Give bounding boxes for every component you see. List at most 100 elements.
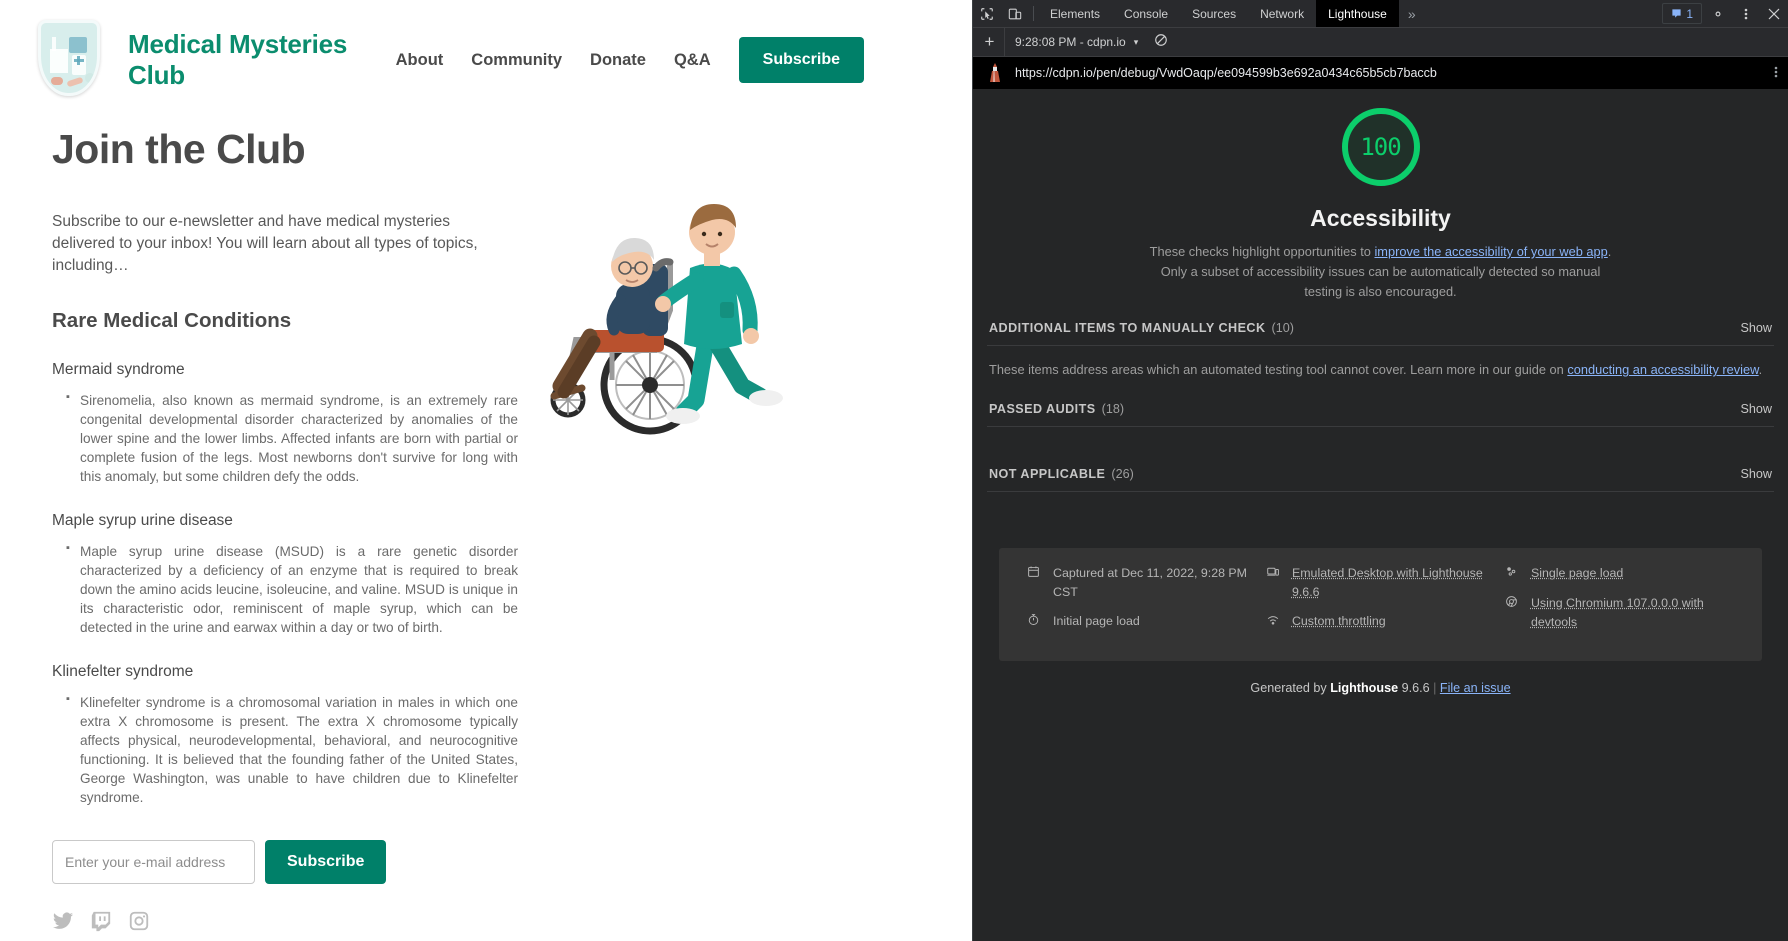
network-throttle-icon — [1266, 612, 1282, 632]
category-description: These checks highlight opportunities to … — [1141, 242, 1621, 301]
section-passed-audits: PASSED AUDITS (18) Show — [987, 398, 1774, 427]
metadata-mode: Single page load — [1505, 564, 1744, 584]
metadata-throttling-text[interactable]: Custom throttling — [1292, 612, 1386, 631]
clear-reports-icon[interactable] — [1154, 33, 1168, 52]
section-manual-check: ADDITIONAL ITEMS TO MANUALLY CHECK (10) … — [987, 301, 1774, 398]
close-devtools-icon[interactable] — [1760, 0, 1788, 27]
metadata-emulation: Emulated Desktop with Lighthouse 9.6.6 — [1266, 564, 1505, 601]
file-an-issue-link[interactable]: File an issue — [1440, 681, 1511, 695]
nav-item-donate[interactable]: Donate — [590, 51, 646, 70]
page-title: Join the Club — [52, 126, 972, 173]
tab-network[interactable]: Network — [1248, 0, 1316, 27]
section-count: (10) — [1272, 321, 1294, 335]
section-header[interactable]: ADDITIONAL ITEMS TO MANUALLY CHECK (10) … — [987, 321, 1774, 346]
wheelchair-illustration — [520, 190, 820, 450]
new-report-button[interactable]: + — [975, 28, 1005, 56]
section-show-toggle[interactable]: Show — [1740, 402, 1772, 416]
screen-root: Medical Mysteries Club About Community D… — [0, 0, 1788, 941]
condition-title-mermaid: Mermaid syndrome — [52, 361, 972, 379]
report-url: https://cdpn.io/pen/debug/VwdOaqp/ee0945… — [1015, 66, 1762, 80]
description-pre: These checks highlight opportunities to — [1150, 244, 1375, 259]
section-show-toggle[interactable]: Show — [1740, 321, 1772, 335]
form-subscribe-button[interactable]: Subscribe — [265, 840, 386, 884]
section-body-pre: These items address areas which an autom… — [989, 362, 1567, 377]
metadata-captured-text: Captured at Dec 11, 2022, 9:28 PM CST — [1053, 564, 1266, 601]
metadata-mode-text[interactable]: Single page load — [1531, 564, 1623, 583]
accessibility-score-gauge: 100 — [1339, 105, 1423, 189]
section-header[interactable]: NOT APPLICABLE (26) Show — [987, 467, 1774, 492]
section-show-toggle[interactable]: Show — [1740, 467, 1772, 481]
site-header: Medical Mysteries Club About Community D… — [0, 0, 972, 108]
section-title: NOT APPLICABLE — [989, 467, 1105, 481]
gear-icon[interactable] — [1704, 0, 1732, 27]
social-links — [52, 910, 972, 932]
device-toolbar-icon[interactable] — [1001, 0, 1029, 27]
report-footer: Generated by Lighthouse 9.6.6 | File an … — [973, 681, 1788, 695]
lighthouse-toolbar: + 9:28:08 PM - cdpn.io ▾ — [973, 28, 1788, 57]
score-value: 100 — [1339, 105, 1423, 189]
section-heading: Rare Medical Conditions — [52, 309, 972, 333]
improve-accessibility-link[interactable]: improve the accessibility of your web ap… — [1374, 244, 1607, 259]
devtools-tabbar-right: 1 — [1660, 0, 1788, 27]
more-tabs-icon[interactable]: » — [1399, 0, 1425, 27]
list-item: Sirenomelia, also known as mermaid syndr… — [66, 391, 518, 486]
tab-elements[interactable]: Elements — [1038, 0, 1112, 27]
intro-paragraph: Subscribe to our e-newsletter and have m… — [52, 211, 516, 277]
instagram-icon[interactable] — [128, 910, 150, 932]
section-title: PASSED AUDITS — [989, 402, 1096, 416]
condition-title-klinefelter: Klinefelter syndrome — [52, 663, 972, 681]
issues-count: 1 — [1686, 7, 1693, 21]
metadata-chromium: Using Chromium 107.0.0.0 with devtools — [1505, 594, 1744, 631]
report-url-bar: https://cdpn.io/pen/debug/VwdOaqp/ee0945… — [973, 57, 1788, 89]
tab-console[interactable]: Console — [1112, 0, 1180, 27]
metadata-throttling: Custom throttling — [1266, 612, 1505, 632]
twitch-icon[interactable] — [90, 910, 112, 932]
metadata-chromium-text[interactable]: Using Chromium 107.0.0.0 with devtools — [1531, 594, 1744, 631]
stopwatch-icon — [1027, 612, 1043, 632]
site-nav: About Community Donate Q&A Subscribe — [396, 37, 972, 83]
section-body: These items address areas which an autom… — [987, 346, 1774, 398]
metadata-page-load-text: Initial page load — [1053, 612, 1140, 631]
metadata-captured: Captured at Dec 11, 2022, 9:28 PM CST — [1027, 564, 1266, 601]
lighthouse-report: 100 Accessibility These checks highlight… — [973, 89, 1788, 941]
issues-counter[interactable]: 1 — [1662, 3, 1702, 24]
subscribe-form: Subscribe — [52, 840, 972, 884]
list-item: Klinefelter syndrome is a chromosomal va… — [66, 693, 518, 807]
section-body-post: . — [1759, 362, 1763, 377]
section-count: (18) — [1102, 402, 1124, 416]
list-item: Maple syrup urine disease (MSUD) is a ra… — [66, 542, 518, 637]
issues-icon — [1671, 8, 1682, 19]
nav-item-about[interactable]: About — [396, 51, 444, 70]
chromium-icon — [1505, 594, 1521, 614]
nav-subscribe-button[interactable]: Subscribe — [739, 37, 864, 83]
email-input[interactable] — [52, 840, 255, 884]
section-not-applicable: NOT APPLICABLE (26) Show — [987, 427, 1774, 526]
inspect-element-icon[interactable] — [973, 0, 1001, 27]
tab-sources[interactable]: Sources — [1180, 0, 1248, 27]
page-content: Join the Club Subscribe to our e-newslet… — [0, 108, 972, 932]
metadata-column-1: Captured at Dec 11, 2022, 9:28 PM CST In… — [1027, 564, 1266, 641]
report-metadata: Captured at Dec 11, 2022, 9:28 PM CST In… — [999, 548, 1762, 661]
footer-pre: Generated by — [1250, 681, 1330, 695]
nav-item-qa[interactable]: Q&A — [674, 51, 711, 70]
footer-brand: Lighthouse — [1330, 681, 1398, 695]
medical-shield-icon — [34, 14, 104, 102]
more-options-kebab-icon[interactable] — [1732, 0, 1760, 27]
twitter-icon[interactable] — [52, 910, 74, 932]
desktop-device-icon — [1266, 564, 1282, 584]
score-gauge-wrapper: 100 Accessibility These checks highlight… — [973, 89, 1788, 301]
tab-lighthouse[interactable]: Lighthouse — [1316, 0, 1399, 27]
devtools-panel: Elements Console Sources Network Lightho… — [972, 0, 1788, 941]
section-header[interactable]: PASSED AUDITS (18) Show — [987, 402, 1774, 427]
section-title: ADDITIONAL ITEMS TO MANUALLY CHECK — [989, 321, 1266, 335]
metadata-page-load: Initial page load — [1027, 612, 1266, 632]
nav-item-community[interactable]: Community — [471, 51, 562, 70]
category-title: Accessibility — [973, 205, 1788, 232]
report-selector[interactable]: 9:28:08 PM - cdpn.io ▾ — [1005, 35, 1148, 49]
footer-separator: | — [1433, 681, 1436, 695]
metadata-column-2: Emulated Desktop with Lighthouse 9.6.6 C… — [1266, 564, 1505, 641]
metadata-emulation-text[interactable]: Emulated Desktop with Lighthouse 9.6.6 — [1292, 564, 1505, 601]
accessibility-review-link[interactable]: conducting an accessibility review — [1567, 362, 1758, 377]
report-menu-kebab-icon[interactable] — [1774, 65, 1778, 81]
lighthouse-logo-icon — [987, 63, 1003, 83]
